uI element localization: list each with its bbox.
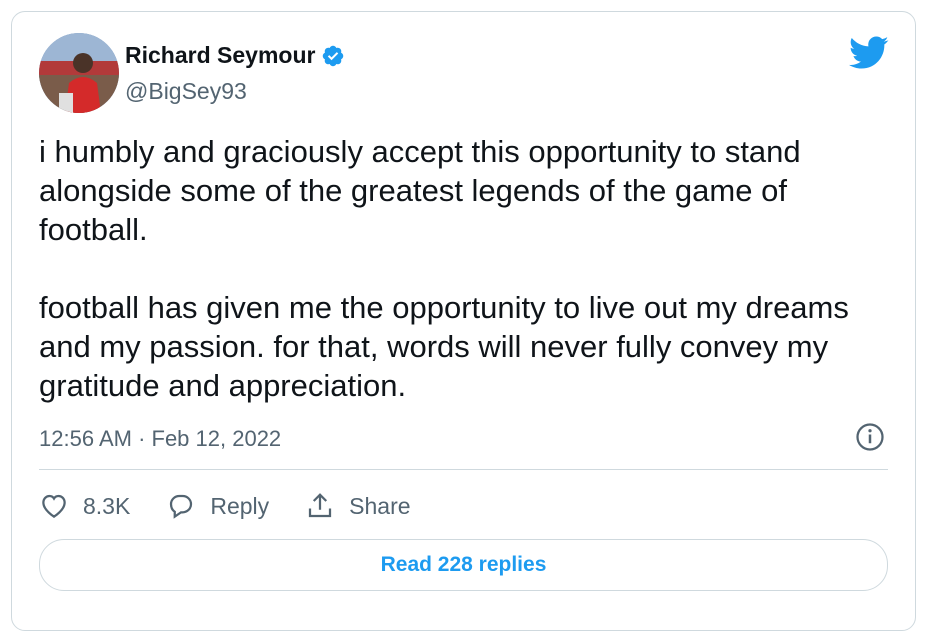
author-name-row[interactable]: Richard Seymour bbox=[125, 42, 345, 69]
share-icon bbox=[309, 493, 332, 518]
read-replies-button[interactable]: Read 228 replies bbox=[39, 539, 888, 591]
share-button[interactable]: Share bbox=[305, 491, 411, 521]
twitter-bird-icon[interactable] bbox=[849, 36, 889, 70]
divider bbox=[39, 469, 888, 470]
like-button[interactable]: 8.3K bbox=[39, 491, 130, 521]
tweet-text: i humbly and graciously accept this oppo… bbox=[39, 132, 889, 444]
share-label: Share bbox=[349, 492, 411, 519]
tweet-paragraph-2: football has given me the opportunity to… bbox=[39, 290, 849, 403]
tweet-card: Richard Seymour @BigSey93 i humbly and g… bbox=[11, 11, 916, 631]
info-icon[interactable] bbox=[855, 422, 885, 452]
tweet-actions: 8.3K Reply Share bbox=[39, 488, 447, 524]
display-name[interactable]: Richard Seymour bbox=[125, 42, 315, 69]
author-handle[interactable]: @BigSey93 bbox=[125, 78, 247, 105]
tweet-timestamp[interactable]: 12:56 AM · Feb 12, 2022 bbox=[39, 426, 281, 452]
like-count: 8.3K bbox=[83, 492, 131, 519]
tweet-paragraph-1: i humbly and graciously accept this oppo… bbox=[39, 134, 801, 247]
reply-button[interactable]: Reply bbox=[166, 491, 269, 521]
reply-bubble-icon bbox=[170, 494, 193, 519]
reply-label: Reply bbox=[210, 492, 270, 519]
avatar[interactable] bbox=[39, 33, 119, 113]
heart-icon bbox=[42, 494, 66, 518]
verified-badge-icon bbox=[323, 45, 344, 66]
